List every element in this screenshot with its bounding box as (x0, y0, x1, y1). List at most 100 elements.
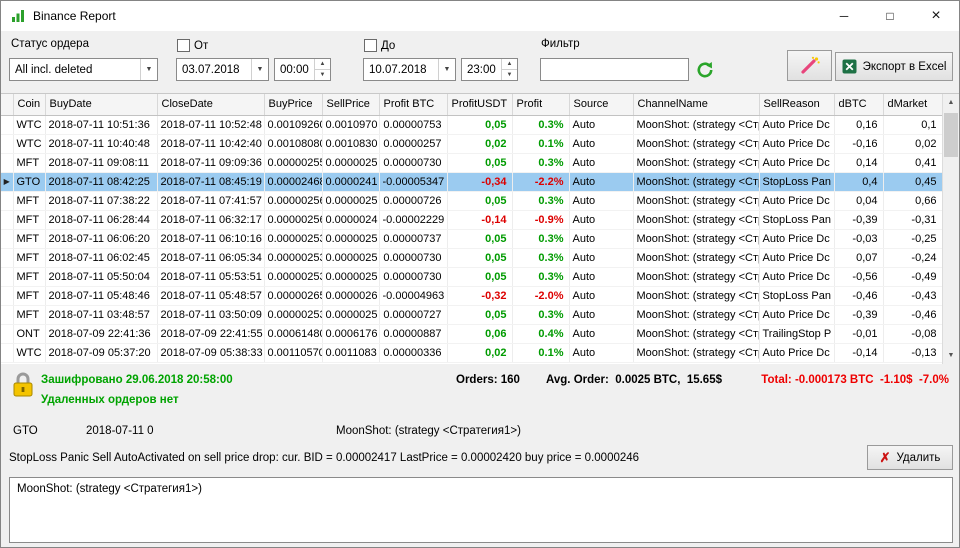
cell-sellReason[interactable]: Auto Price Dc (759, 134, 835, 154)
cell-profitUsdt[interactable]: -0,14 (447, 210, 513, 230)
cell-channel[interactable]: MoonShot: (strategy <Стр (633, 134, 760, 154)
cell-source[interactable]: Auto (569, 305, 634, 325)
column-header-sellreason[interactable]: SellReason (759, 94, 835, 116)
cell-dMarket[interactable]: -0,49 (883, 267, 943, 287)
cell-channel[interactable]: MoonShot: (strategy <Стр (633, 172, 760, 192)
calendar-dropdown-icon[interactable]: ▼ (438, 59, 455, 80)
cell-profit[interactable]: 0.3% (512, 248, 570, 268)
cell-channel[interactable]: MoonShot: (strategy <Стр (633, 286, 760, 306)
cell-closeDate[interactable]: 2018-07-11 07:41:57 (157, 191, 265, 211)
table-row[interactable]: ONT 2018-07-09 22:41:36 2018-07-09 22:41:5… (1, 324, 943, 344)
cell-coin[interactable]: MFT (13, 229, 46, 249)
delete-button[interactable]: ✗ Удалить (867, 445, 953, 470)
cell-closeDate[interactable]: 2018-07-09 05:38:33 (157, 343, 265, 363)
cell-profit[interactable]: 0.3% (512, 115, 570, 135)
cell-channel[interactable]: MoonShot: (strategy <Стр (633, 343, 760, 363)
spin-down-icon[interactable]: ▼ (502, 70, 517, 80)
cell-buyPrice[interactable]: 0.00002468 (264, 172, 323, 192)
cell-profitBtc[interactable]: 0.00000726 (379, 191, 448, 211)
cell-profit[interactable]: 0.3% (512, 267, 570, 287)
cell-source[interactable]: Auto (569, 229, 634, 249)
table-row[interactable]: MFT 2018-07-11 06:02:45 2018-07-11 06:05:3… (1, 248, 943, 268)
to-date-picker[interactable]: 10.07.2018 ▼ (363, 58, 456, 81)
cell-sellReason[interactable]: StopLoss Pan (759, 172, 835, 192)
cell-buyDate[interactable]: 2018-07-11 06:06:20 (45, 229, 158, 249)
cell-coin[interactable]: MFT (13, 248, 46, 268)
scroll-up-icon[interactable]: ▲ (943, 94, 959, 111)
spin-down-icon[interactable]: ▼ (315, 70, 330, 80)
cell-sellReason[interactable]: Auto Price Dc (759, 153, 835, 173)
cell-sellReason[interactable]: StopLoss Pan (759, 210, 835, 230)
cell-dBtc[interactable]: 0,16 (834, 115, 884, 135)
cell-profit[interactable]: -0.9% (512, 210, 570, 230)
cell-buyDate[interactable]: 2018-07-11 07:38:22 (45, 191, 158, 211)
cell-dBtc[interactable]: -0,16 (834, 134, 884, 154)
cell-profitUsdt[interactable]: 0,05 (447, 153, 513, 173)
cell-channel[interactable]: MoonShot: (strategy <Стр (633, 153, 760, 173)
cell-profit[interactable]: 0.3% (512, 153, 570, 173)
cell-sellReason[interactable]: Auto Price Dc (759, 229, 835, 249)
chevron-down-icon[interactable]: ▼ (140, 59, 157, 80)
cell-profitUsdt[interactable]: 0,05 (447, 115, 513, 135)
cell-sellPrice[interactable]: 0.0000025 (322, 229, 380, 249)
cell-profitUsdt[interactable]: -0,32 (447, 286, 513, 306)
cell-sellReason[interactable]: TrailingStop P (759, 324, 835, 344)
table-row[interactable]: MFT 2018-07-11 05:48:46 2018-07-11 05:48:5… (1, 286, 943, 306)
cell-buyPrice[interactable]: 0.00000253 (264, 305, 323, 325)
column-header-closedate[interactable]: CloseDate (157, 94, 265, 116)
cell-dBtc[interactable]: -0,14 (834, 343, 884, 363)
cell-buyPrice[interactable]: 0.00110570 (264, 343, 323, 363)
cell-sellReason[interactable]: Auto Price Dc (759, 305, 835, 325)
column-header-profitusdt[interactable]: ProfitUSDT (447, 94, 513, 116)
minimize-button[interactable]: ─ (821, 1, 867, 31)
cell-dBtc[interactable]: -0,39 (834, 210, 884, 230)
cell-coin[interactable]: MFT (13, 191, 46, 211)
column-header-buydate[interactable]: BuyDate (45, 94, 158, 116)
cell-closeDate[interactable]: 2018-07-11 09:09:36 (157, 153, 265, 173)
cell-dMarket[interactable]: 0,41 (883, 153, 943, 173)
cell-sellPrice[interactable]: 0.0000025 (322, 267, 380, 287)
cell-buyPrice[interactable]: 0.00000256 (264, 210, 323, 230)
column-header-profit-btc[interactable]: Profit BTC (379, 94, 448, 116)
cell-profit[interactable]: 0.1% (512, 343, 570, 363)
cell-profit[interactable]: 0.3% (512, 229, 570, 249)
cell-source[interactable]: Auto (569, 210, 634, 230)
column-header-dmarket[interactable]: dMarket (883, 94, 943, 116)
table-row[interactable]: MFT 2018-07-11 05:50:04 2018-07-11 05:53:5… (1, 267, 943, 287)
cell-sellReason[interactable]: StopLoss Pan (759, 286, 835, 306)
cell-sellPrice[interactable]: 0.0000026 (322, 286, 380, 306)
table-row[interactable]: MFT 2018-07-11 06:28:44 2018-07-11 06:32:1… (1, 210, 943, 230)
cell-coin[interactable]: ONT (13, 324, 46, 344)
spin-up-icon[interactable]: ▲ (502, 59, 517, 70)
table-row[interactable]: WTC 2018-07-11 10:51:36 2018-07-11 10:52:4… (1, 115, 943, 135)
to-checkbox-box[interactable] (364, 39, 377, 52)
cell-sellPrice[interactable]: 0.0000025 (322, 191, 380, 211)
cell-channel[interactable]: MoonShot: (strategy <Стр (633, 210, 760, 230)
cell-coin[interactable]: WTC (13, 115, 46, 135)
cell-coin[interactable]: MFT (13, 305, 46, 325)
cell-closeDate[interactable]: 2018-07-11 10:52:48 (157, 115, 265, 135)
cell-profitUsdt[interactable]: 0,05 (447, 305, 513, 325)
scrollbar-thumb[interactable] (944, 113, 958, 157)
cell-coin[interactable]: GTO (13, 172, 46, 192)
cell-dBtc[interactable]: -0,01 (834, 324, 884, 344)
cell-sellReason[interactable]: Auto Price Dc (759, 267, 835, 287)
cell-profit[interactable]: 0.1% (512, 134, 570, 154)
cell-dMarket[interactable]: -0,25 (883, 229, 943, 249)
column-header-profit[interactable]: Profit (512, 94, 570, 116)
cell-source[interactable]: Auto (569, 343, 634, 363)
cell-sellPrice[interactable]: 0.0010830 (322, 134, 380, 154)
cell-profitUsdt[interactable]: 0,02 (447, 134, 513, 154)
cell-sellReason[interactable]: Auto Price Dc (759, 191, 835, 211)
cell-dMarket[interactable]: 0,66 (883, 191, 943, 211)
cell-sellReason[interactable]: Auto Price Dc (759, 248, 835, 268)
cell-profitUsdt[interactable]: 0,05 (447, 191, 513, 211)
cell-closeDate[interactable]: 2018-07-09 22:41:55 (157, 324, 265, 344)
cell-buyDate[interactable]: 2018-07-11 09:08:11 (45, 153, 158, 173)
cell-buyDate[interactable]: 2018-07-11 10:40:48 (45, 134, 158, 154)
export-excel-button[interactable]: Экспорт в Excel (835, 52, 953, 81)
cell-dBtc[interactable]: 0,07 (834, 248, 884, 268)
cell-profitBtc[interactable]: 0.00000730 (379, 153, 448, 173)
cell-buyDate[interactable]: 2018-07-11 05:48:46 (45, 286, 158, 306)
from-time-spinner[interactable]: 00:00 ▲ ▼ (274, 58, 331, 81)
